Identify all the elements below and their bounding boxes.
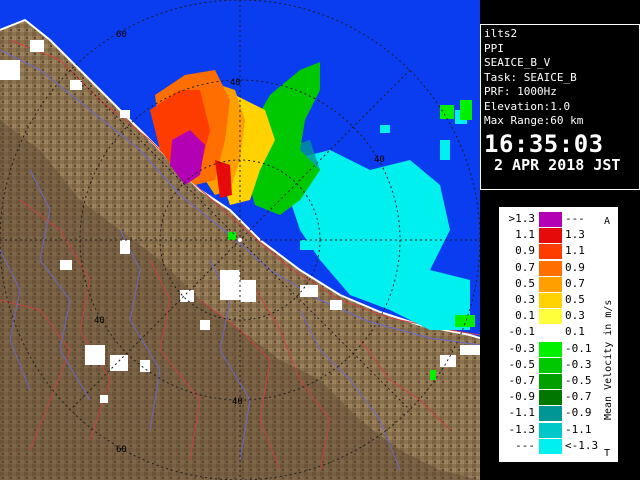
range-label: 40 xyxy=(374,155,385,165)
legend-upper-bound: 0.9 xyxy=(565,260,585,274)
elevation-value: Elevation:1.0 xyxy=(484,99,571,113)
scan-time: 16:35:03 xyxy=(484,129,604,158)
legend-upper-bound: -0.1 xyxy=(565,341,592,355)
legend-color-swatch xyxy=(539,276,562,292)
legend-lower-bound: 0.3 xyxy=(515,293,535,306)
legend-lower-bound: -0.3 xyxy=(508,341,536,355)
legend-row: >1.3 --- xyxy=(501,211,605,227)
scan-date: 2 APR 2018 JST xyxy=(494,155,621,174)
legend-row: -0.9 -0.7 xyxy=(501,389,605,406)
prf-value: PRF: 1000Hz xyxy=(484,85,557,98)
radar-site-marker xyxy=(238,238,242,242)
legend-row: 0.7 0.9 xyxy=(501,260,605,276)
legend-color-swatch xyxy=(539,406,562,422)
legend-row: -0.5 -0.3 xyxy=(501,357,605,373)
legend-lower-bound: -0.7 xyxy=(508,374,536,387)
legend-upper-bound: -0.3 xyxy=(565,357,592,371)
legend-color-swatch xyxy=(539,374,562,389)
legend-upper-bound: -0.5 xyxy=(565,374,592,387)
legend-color-swatch xyxy=(539,390,562,406)
legend-upper-bound: 0.3 xyxy=(565,309,585,323)
legend-lower-bound: -0.9 xyxy=(508,390,536,404)
legend-lower-bound: 0.1 xyxy=(515,309,535,323)
legend-color-swatch xyxy=(539,260,562,276)
legend-top-marker: A xyxy=(604,216,610,227)
legend-title-text: Mean Velocity in m/s xyxy=(603,300,614,420)
legend-row: -0.7 -0.5 xyxy=(501,373,605,389)
legend-row: 1.1 1.3 xyxy=(501,227,605,244)
legend-row: -1.3 -1.1 xyxy=(501,422,605,438)
product-name: SEAICE_B_V xyxy=(484,56,551,69)
legend-upper-bound: 1.3 xyxy=(565,228,585,242)
legend-lower-bound: -1.3 xyxy=(508,422,536,436)
legend-upper-bound: 1.1 xyxy=(565,244,585,258)
legend-upper-bound: -0.9 xyxy=(565,406,592,420)
velocity-legend: >1.3 --- 1.1 1.3 0.9 1.1 0.7 0.9 0.5 0.7 0.3 0.5 0.1… xyxy=(499,207,618,462)
legend-color-swatch xyxy=(539,244,562,260)
site-name: ilts2 xyxy=(484,27,518,40)
legend-row: 0.1 0.3 xyxy=(501,308,605,325)
legend-upper-bound: 0.5 xyxy=(565,293,585,306)
legend-bottom-marker: T xyxy=(604,448,610,458)
legend-lower-bound: -0.5 xyxy=(508,357,536,371)
legend-color-swatch xyxy=(539,357,562,373)
legend-upper-bound: 0.7 xyxy=(565,276,585,290)
radar-ppi-display: 60 40 40 40 40 60 xyxy=(0,0,480,480)
legend-row: -1.1 -0.9 xyxy=(501,405,605,422)
legend-lower-bound: 0.5 xyxy=(515,276,535,290)
legend-color-swatch xyxy=(539,293,562,308)
legend-color-swatch xyxy=(539,309,562,325)
legend-row: -0.1 0.1 xyxy=(501,324,605,341)
range-label: 40 xyxy=(232,397,243,407)
legend-lower-bound: -1.1 xyxy=(508,406,536,420)
legend-row: 0.5 0.7 xyxy=(501,276,605,292)
legend-lower-bound: >1.3 xyxy=(508,212,536,225)
legend-color-swatch xyxy=(539,325,562,341)
legend-upper-bound: <-1.3 xyxy=(565,438,599,452)
legend-title: A Mean Velocity in m/s T xyxy=(603,216,614,458)
legend-color-swatch xyxy=(539,341,562,357)
range-label: 60 xyxy=(116,30,127,40)
radar-info-panel: ilts2 PPI SEAICE_B_V Task: SEAICE_B PRF:… xyxy=(480,24,640,190)
legend-lower-bound: 1.1 xyxy=(515,228,535,242)
legend-color-swatch xyxy=(539,228,562,244)
legend-color-swatch xyxy=(539,212,562,227)
range-label: 60 xyxy=(116,445,127,455)
legend-upper-bound: 0.1 xyxy=(565,325,585,339)
legend-color-swatch xyxy=(539,422,562,438)
scan-mode: PPI xyxy=(484,41,504,55)
legend-color-swatch xyxy=(539,438,562,454)
legend-row: 0.9 1.1 xyxy=(501,243,605,260)
task-name: Task: SEAICE_B xyxy=(484,70,577,84)
legend-upper-bound: --- xyxy=(565,212,585,225)
range-label: 40 xyxy=(94,316,105,326)
legend-lower-bound: 0.7 xyxy=(515,260,535,274)
legend-row: --- <-1.3 xyxy=(501,438,605,454)
legend-upper-bound: -1.1 xyxy=(565,422,592,436)
legend-lower-bound: -0.1 xyxy=(508,325,536,339)
legend-row: 0.3 0.5 xyxy=(501,292,605,308)
max-range-value: Max Range:60 km xyxy=(484,114,584,127)
legend-lower-bound: --- xyxy=(515,438,535,452)
range-label: 40 xyxy=(230,78,241,88)
legend-lower-bound: 0.9 xyxy=(515,244,535,258)
legend-row: -0.3 -0.1 xyxy=(501,341,605,357)
legend-upper-bound: -0.7 xyxy=(565,390,592,404)
